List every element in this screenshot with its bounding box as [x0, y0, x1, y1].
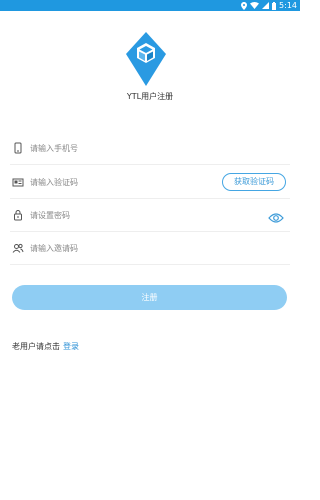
page-title: YTL用户注册 [126, 92, 174, 101]
id-card-icon [12, 176, 24, 188]
code-row: 获取验证码 [10, 166, 290, 199]
code-input[interactable] [30, 174, 220, 190]
login-hint: 老用户请点击 登录 [12, 341, 79, 352]
status-time: 5:14 [279, 1, 297, 10]
signal-icon [262, 2, 270, 9]
phone-input[interactable] [30, 140, 220, 156]
get-code-button[interactable]: 获取验证码 [222, 173, 286, 191]
diamond-cube-logo [126, 32, 166, 86]
lock-icon [12, 209, 24, 221]
battery-icon [272, 1, 277, 10]
invite-input[interactable] [30, 240, 220, 256]
app-logo [126, 32, 166, 86]
register-button[interactable]: 注册 [12, 285, 287, 310]
wifi-icon [250, 2, 260, 9]
users-icon [12, 242, 24, 254]
password-input[interactable] [30, 207, 220, 223]
password-row [10, 199, 290, 232]
eye-icon[interactable] [268, 209, 284, 223]
status-bar: 5:14 [0, 0, 300, 11]
phone-icon [12, 142, 24, 154]
location-icon [241, 1, 248, 10]
status-icons: 5:14 [241, 0, 297, 11]
invite-row [10, 232, 290, 265]
phone-row [10, 132, 290, 165]
login-link[interactable]: 登录 [63, 342, 79, 351]
login-hint-text: 老用户请点击 [12, 342, 60, 351]
